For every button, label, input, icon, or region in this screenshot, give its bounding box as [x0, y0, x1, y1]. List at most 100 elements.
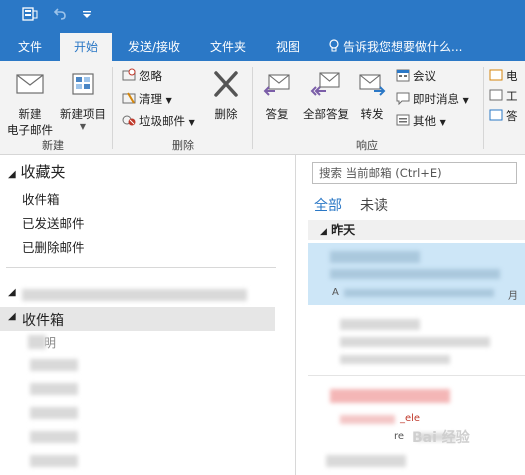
reply-button[interactable]: 答复 [258, 69, 296, 122]
tell-me-search[interactable]: 告诉我您想要做什么... [328, 33, 462, 61]
chevron-down-icon: ▼ [188, 118, 195, 127]
subject-blurred [330, 269, 500, 279]
collapse-arrow-icon[interactable]: ◢ [8, 287, 16, 298]
date-group-header[interactable]: ◢ 昨天 [308, 220, 525, 240]
more-button[interactable]: 其他 ▼ [396, 112, 446, 130]
ribbon: 新建 电子邮件 新建项目 ▼ 新建 忽略 清理 ▼ 垃圾邮件 ▼ 删除 删除 答… [0, 61, 525, 155]
preview-partial-1: A [332, 287, 339, 298]
date-group-label: 昨天 [331, 223, 356, 237]
reply-all-icon [310, 72, 340, 96]
forward-icon [359, 74, 386, 96]
clean-up-label: 清理 [139, 92, 162, 106]
folder-sent[interactable]: 已发送邮件 [22, 213, 85, 232]
chat-icon [396, 92, 410, 105]
new-email-icon [16, 74, 44, 94]
partial-item-2[interactable]: 工 [489, 87, 518, 105]
customize-icon[interactable] [82, 10, 92, 20]
folder-pane: ◢ 收藏夹 收件箱 已发送邮件 已删除邮件 ◢ ◢ 收件箱 明 [0, 155, 296, 475]
partial-item-3-label: 答 [506, 109, 518, 123]
filter-all[interactable]: 全部 [314, 195, 342, 215]
tab-folder[interactable]: 文件夹 [204, 33, 252, 61]
reply-icon [263, 74, 290, 96]
filter-unread[interactable]: 未读 [360, 195, 388, 215]
collapse-arrow-icon: ◢ [8, 311, 16, 322]
tool-icon [489, 89, 503, 101]
inbox-section-row[interactable]: ◢ 收件箱 [0, 307, 275, 331]
watermark: Bai 经验 [412, 430, 470, 446]
tell-me-text: 告诉我您想要做什么... [343, 40, 463, 54]
meeting-button[interactable]: 会议 [396, 67, 436, 85]
group-label-new: 新建 [42, 139, 64, 152]
group-separator [252, 67, 253, 149]
group-separator [483, 67, 484, 149]
subfolder-blurred[interactable] [30, 383, 78, 395]
sender-blurred [326, 455, 406, 467]
subject-blurred [340, 415, 395, 424]
group-label-delete: 删除 [172, 139, 194, 152]
favorites-header[interactable]: ◢ 收藏夹 [8, 161, 66, 182]
reply-label: 答复 [265, 107, 289, 121]
tab-file[interactable]: 文件 [10, 33, 50, 61]
subject-blurred [340, 337, 490, 347]
collapse-arrow-icon: ◢ [320, 227, 327, 237]
preview-blurred [340, 355, 450, 364]
chevron-down-icon: ▼ [439, 118, 446, 127]
lightbulb-icon [329, 39, 339, 52]
subfolder-blurred[interactable] [30, 359, 78, 371]
sender-blurred [330, 389, 450, 403]
tab-view[interactable]: 视图 [270, 33, 306, 61]
im-button[interactable]: 即时消息 ▼ [396, 90, 469, 108]
sender-blurred [340, 319, 420, 330]
folder-inbox-favorite[interactable]: 收件箱 [22, 189, 60, 208]
subfolder-blurred[interactable] [30, 407, 78, 419]
partial-item-3[interactable]: 答 [489, 107, 518, 125]
subject-partial: _ele [400, 413, 421, 424]
forward-button[interactable]: 转发 [354, 69, 390, 122]
delete-button[interactable]: 删除 [208, 69, 244, 122]
pane-divider [6, 267, 276, 268]
group-separator [112, 67, 113, 149]
message-list-pane: 搜索 当前邮箱 (Ctrl+E) 全部 未读 ◢ 昨天 A 月 _ele re … [296, 155, 525, 475]
junk-label: 垃圾邮件 [139, 114, 185, 128]
more-label: 其他 [413, 114, 436, 128]
calendar-icon [396, 69, 410, 82]
tab-send-receive[interactable]: 发送/接收 [122, 33, 186, 61]
new-email-button[interactable]: 新建 电子邮件 [6, 69, 54, 138]
clean-up-icon [122, 92, 136, 104]
inbox-section-label: 收件箱 [22, 313, 64, 329]
chevron-down-icon: ▼ [79, 122, 87, 131]
tab-home[interactable]: 开始 [60, 33, 112, 61]
partial-item-1[interactable]: 电 [489, 67, 518, 85]
junk-button[interactable]: 垃圾邮件 ▼ [122, 112, 195, 130]
delete-icon [214, 71, 238, 97]
message-item-selected[interactable]: A 月 [308, 243, 525, 305]
chevron-down-icon: ▼ [462, 96, 469, 105]
outlook-icon[interactable] [22, 6, 38, 22]
im-label: 即时消息 [413, 92, 459, 106]
account-name-blurred [22, 289, 247, 301]
title-bar [0, 0, 525, 33]
forward-label: 转发 [360, 107, 384, 121]
new-email-label-2: 电子邮件 [7, 123, 53, 137]
time-partial: 月 [508, 291, 518, 302]
preview-blurred [344, 289, 494, 297]
reply-all-button[interactable]: 全部答复 [298, 69, 354, 122]
new-items-label: 新建项目 [60, 107, 106, 121]
clean-up-button[interactable]: 清理 ▼ [122, 90, 172, 108]
delete-label: 删除 [214, 107, 238, 121]
new-items-button[interactable]: 新建项目 ▼ [58, 69, 108, 131]
undo-icon[interactable] [52, 6, 68, 22]
ribbon-tab-bar: 文件 开始 发送/接收 文件夹 视图 告诉我您想要做什么... [0, 33, 525, 61]
folder-deleted[interactable]: 已删除邮件 [22, 237, 85, 256]
chevron-down-icon: ▼ [165, 96, 172, 105]
message-item[interactable] [308, 305, 525, 376]
subfolder-blurred[interactable] [30, 455, 78, 467]
subfolder-blurred[interactable] [30, 431, 78, 443]
search-input[interactable]: 搜索 当前邮箱 (Ctrl+E) [312, 162, 517, 184]
reply-all-label: 全部答复 [303, 107, 349, 121]
favorites-label: 收藏夹 [20, 163, 66, 181]
new-items-icon [72, 73, 94, 95]
subfolder-blurred[interactable] [28, 335, 46, 349]
ignore-button[interactable]: 忽略 [122, 67, 162, 85]
group-label-respond: 响应 [356, 139, 378, 152]
